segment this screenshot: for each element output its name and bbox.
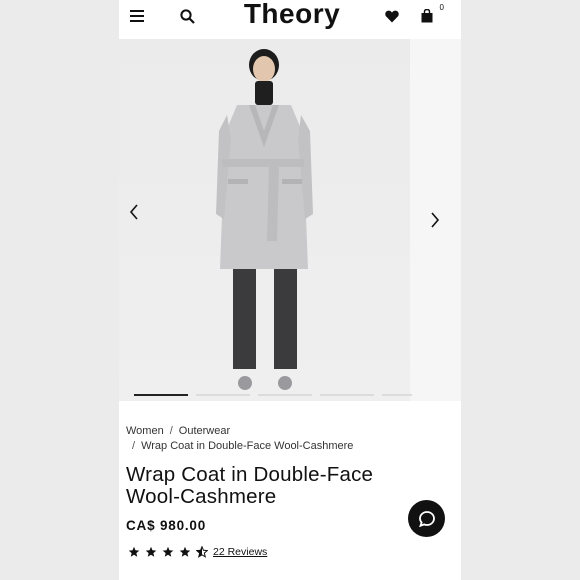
gallery-pagination <box>134 394 454 397</box>
product-title-line-1: Wrap Coat in Double-Face <box>126 463 374 486</box>
chat-icon <box>418 510 435 527</box>
pagination-dot[interactable] <box>196 394 250 396</box>
next-image-button[interactable] <box>430 212 440 233</box>
product-gallery[interactable] <box>119 39 461 401</box>
star-icon <box>145 546 157 557</box>
previous-image-button[interactable] <box>129 204 139 225</box>
star-half-icon <box>196 546 208 558</box>
site-header: Theory 0 <box>119 0 461 38</box>
pagination-dot[interactable] <box>382 394 412 396</box>
heart-icon <box>385 10 399 22</box>
bag-count: 0 <box>439 3 444 12</box>
breadcrumb-link-outerwear[interactable]: Outerwear <box>179 425 230 437</box>
chevron-right-icon <box>431 212 440 228</box>
breadcrumb: Women / Outerwear / Wrap Coat in Double-Fac… <box>126 424 353 454</box>
chevron-left-icon <box>129 204 138 220</box>
reviews-link[interactable]: 22 Reviews <box>213 546 267 558</box>
product-photo <box>119 39 410 401</box>
star-icon <box>128 546 140 557</box>
rating-stars[interactable] <box>128 546 208 560</box>
bag-icon <box>421 9 433 23</box>
product-price: CA$ 980.00 <box>126 518 207 533</box>
chat-button[interactable] <box>408 500 445 537</box>
breadcrumb-link-women[interactable]: Women <box>126 425 164 437</box>
model-illustration <box>216 49 313 390</box>
star-icon <box>162 546 174 557</box>
bag-button[interactable]: 0 <box>413 3 444 28</box>
product-page: Theory 0 Women / Outerwear / Wrap Coat i… <box>119 0 461 580</box>
menu-button[interactable] <box>123 4 151 28</box>
breadcrumb-separator: / <box>132 440 136 452</box>
menu-icon <box>130 10 144 22</box>
search-button[interactable] <box>173 4 201 28</box>
pagination-dot[interactable] <box>258 394 312 396</box>
breadcrumb-separator: / <box>169 425 173 437</box>
wishlist-button[interactable] <box>378 4 406 28</box>
brand-logo[interactable]: Theory <box>233 0 351 30</box>
search-icon <box>179 8 195 24</box>
product-title-line-2: Wool-Cashmere <box>126 485 277 508</box>
pagination-dot[interactable] <box>320 394 374 396</box>
pagination-dot[interactable] <box>134 394 188 396</box>
breadcrumb-current: Wrap Coat in Double-Face Wool-Cashmere <box>141 440 354 452</box>
product-title: Wrap Coat in Double-Face Wool-Cashmere <box>126 464 426 508</box>
star-icon <box>179 546 191 557</box>
